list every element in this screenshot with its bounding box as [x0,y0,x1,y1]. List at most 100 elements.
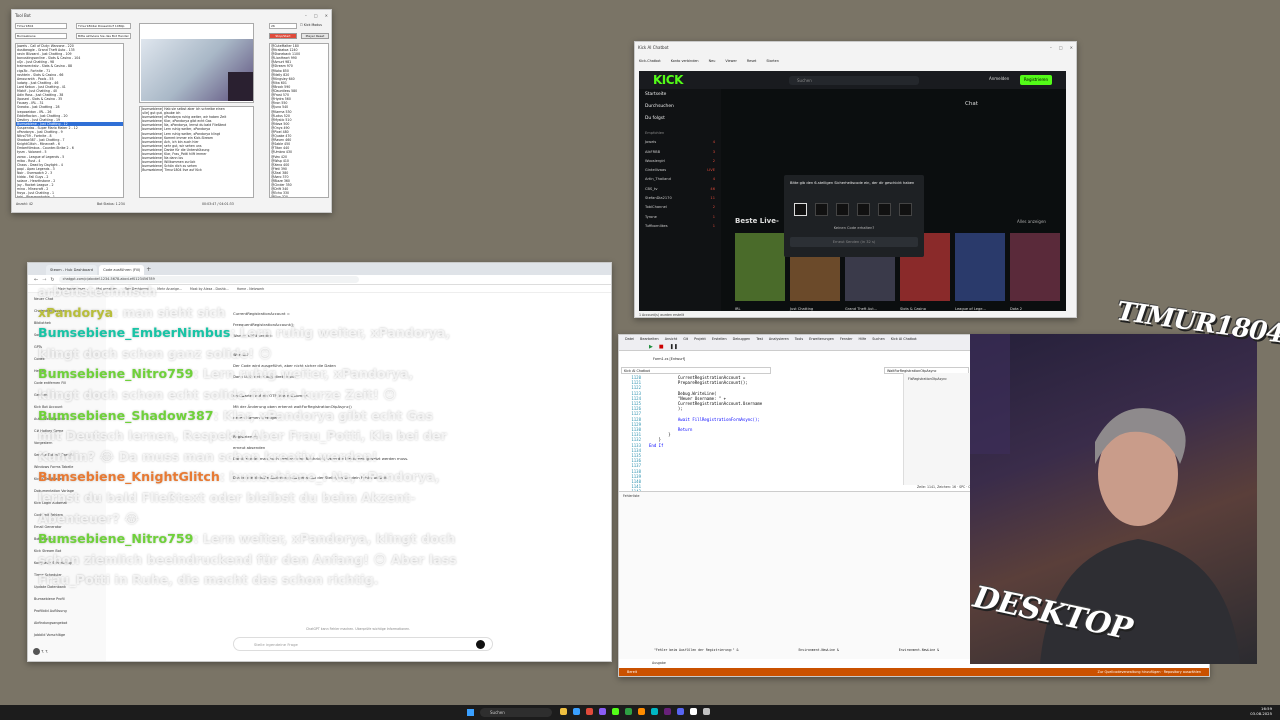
output-tab[interactable]: Ausgabe [652,661,666,665]
vs-menu-item[interactable]: Analysieren [769,335,789,343]
tool-field-3[interactable]: Bumsebiene [15,33,67,39]
kick-channel-item[interactable]: Wooslergirl 2 [639,157,721,166]
kick-logo[interactable]: KICK [653,73,683,87]
player-reset-button[interactable]: Player Reset [301,33,329,39]
taskbar-app-icon[interactable] [625,708,632,715]
user-list-item[interactable]: @Flux 320 [270,195,328,197]
stop-start-button[interactable]: Stop/Start [269,33,297,39]
kick-channel-item[interactable]: Jowels 4 [639,138,721,147]
toolbar-item-2[interactable]: Konto verbinden [671,59,699,63]
kick-mode-checkbox[interactable]: ☐ Kick Modus [300,23,322,27]
kick-channel-item[interactable]: Artin_Thailand 4 [639,175,721,184]
vs-menu-item[interactable]: Projekt [694,335,706,343]
minimize-icon[interactable]: – [1050,45,1052,50]
taskbar-app-icon[interactable] [599,708,606,715]
send-icon[interactable] [476,640,485,649]
sidebar-item[interactable]: Jobbild Vorschläge [28,629,106,641]
maximize-icon[interactable]: □ [1059,45,1063,50]
otp-digit-input[interactable] [878,203,891,216]
otp-digit-input[interactable] [815,203,828,216]
kick-channel-item[interactable]: CBS_tv 46 [639,185,721,194]
close-icon[interactable]: ✕ [1070,45,1073,50]
otp-digit-input[interactable] [836,203,849,216]
vs-menu-item[interactable]: Git [683,335,688,343]
stop-icon[interactable]: ■ [659,344,664,350]
toolbar-item-4[interactable]: Viewer [725,59,737,63]
pause-icon[interactable]: ❚❚ [670,344,678,350]
vs-menu-item[interactable]: Ansicht [665,335,678,343]
solution-item[interactable]: FlsRegistrationOtpAsync [904,373,971,385]
kick-channel-item[interactable]: AlkFRBB 3 [639,148,721,157]
taskbar-app-icon[interactable] [651,708,658,715]
user-list[interactable]: @CuteMalter 180 @Krakatoa 1240 @Stoneback … [269,43,329,198]
taskbar-app-icon[interactable] [586,708,593,715]
kick-show-all[interactable]: Alles anzeigen [1017,219,1046,224]
new-tab-icon[interactable]: + [146,265,151,275]
close-icon[interactable]: ✕ [325,13,328,18]
sidebar-item[interactable]: Profilbild Auflösung [28,605,106,617]
stream-list[interactable]: Jowels - Call of Duty: Warzone - 220 dust… [15,43,124,198]
tab-steam[interactable]: Steam - Hub Dashboard [46,265,98,275]
start-debug-icon[interactable]: ▶ [649,344,653,350]
vs-menu-item[interactable]: Tools [795,335,803,343]
tool-field-4[interactable]: Bitte aktiviere Sie das Bot Handel [76,33,131,39]
taskbar-app-icon[interactable] [703,708,710,715]
vs-menu-item[interactable]: Test [756,335,763,343]
otp-resend-button[interactable]: Erneut Senden (in 32 s) [790,237,918,247]
start-icon[interactable] [467,709,474,716]
kick-channel-item[interactable]: Tyrone 1 [639,213,721,222]
error-panel-title[interactable]: Fehlerliste [619,492,971,500]
vs-menu-item[interactable]: Hilfe [859,335,867,343]
vs-menu-item[interactable]: Fenster [840,335,853,343]
user-profile[interactable]: T. T. [33,648,48,655]
taskbar-app-icon[interactable] [664,708,671,715]
vs-menu-item[interactable]: Erweiterungen [809,335,834,343]
channel-input[interactable]: 26 [269,23,297,29]
kick-channel-item[interactable]: Tuffbornlikes 1 [639,222,721,231]
toolbar-item-1[interactable]: Kick-Chatbot [639,59,661,63]
taskbar-app-icon[interactable] [612,708,619,715]
maximize-icon[interactable]: □ [314,13,318,18]
chat-input[interactable]: Stelle irgendeine Frage [233,637,493,651]
vs-menu-item[interactable]: Erstellen [712,335,727,343]
category-card[interactable]: Dota 2 [1010,233,1060,311]
status-git[interactable]: Zur Quellcodeverwaltung hinzufügen · Rep… [1098,668,1201,676]
otp-digit-input[interactable] [899,203,912,216]
taskbar-app-icon[interactable] [573,708,580,715]
tool-field-1[interactable]: Timur1804 [15,23,67,29]
vs-menu-item[interactable]: Suchen [872,335,885,343]
kick-search[interactable]: Suchen [789,76,919,85]
taskbar-app-icon[interactable] [638,708,645,715]
otp-digit-input[interactable] [794,203,807,216]
stream-list-item[interactable]: tobi - Phasmophobia - 1 [16,195,123,197]
kick-nav-item[interactable]: Du folgst [639,113,721,125]
taskbar-app-icon[interactable] [677,708,684,715]
vs-dropdown-left[interactable]: Kick AI Chatbot [621,367,771,374]
kick-login-button[interactable]: Anmelden [989,76,1009,81]
toolbar-item-6[interactable]: Starten [766,59,779,63]
toolbar-item-5[interactable]: Reset [747,59,756,63]
otp-digit-input[interactable] [857,203,870,216]
vs-menu-item[interactable]: Bearbeiten [640,335,659,343]
tab-chatgpt[interactable]: Code ausführen (Fill) [99,265,145,275]
category-card[interactable]: League of Lege... [955,233,1005,311]
toolbar-item-3[interactable]: Neu [709,59,716,63]
vs-menu-item[interactable]: Debuggen [733,335,751,343]
sidebar-item[interactable]: Abfindungsangebot [28,617,106,629]
minimize-icon[interactable]: – [305,13,307,18]
taskbar-clock[interactable]: 16:59 03.08.2025 [1250,706,1272,716]
kick-channel-item[interactable]: TobiChannel 2 [639,203,721,212]
vs-menu-item[interactable]: Kick AI Chatbot [891,335,917,343]
tool-field-2[interactable]: Timur1804ai Düsseldorf 1080p [76,23,131,29]
kick-channel-item[interactable]: Gintellivaas LIVE [639,166,721,175]
kick-nav-item[interactable]: Startseite [639,89,721,101]
taskbar-app-icon[interactable] [560,708,567,715]
kick-register-button[interactable]: Registrieren [1020,75,1052,85]
category-card[interactable]: IRL [735,233,785,311]
taskbar-search[interactable]: Suchen [480,708,552,717]
vs-doc-tab[interactable]: Form1.cs [Entwurf] [653,357,685,361]
kick-channel-item[interactable]: StefanDia2170 11 [639,194,721,203]
kick-nav-item[interactable]: Durchsuchen [639,101,721,113]
otp-no-code[interactable]: Keinen Code erhalten? [784,226,924,230]
taskbar-app-icon[interactable] [690,708,697,715]
